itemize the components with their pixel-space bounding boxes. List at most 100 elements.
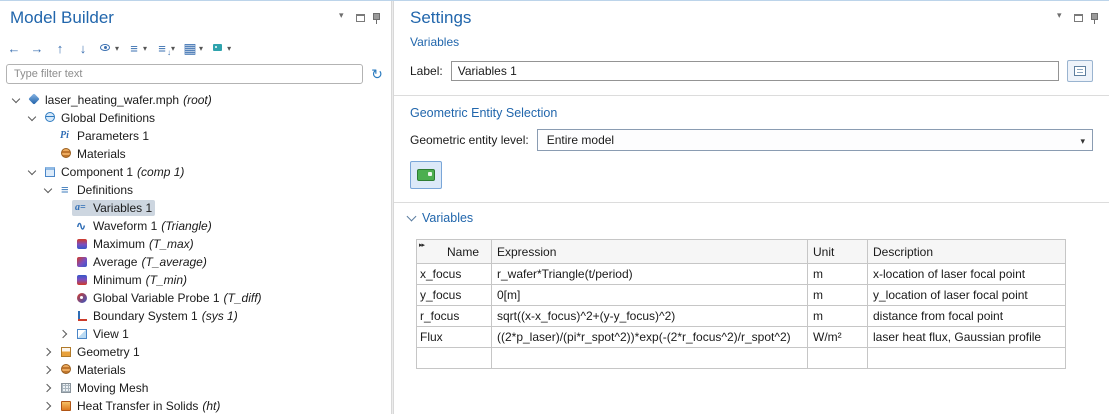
back-arrow-button[interactable]	[4, 38, 24, 58]
tree-item[interactable]: Waveform 1(Triangle)	[0, 217, 391, 235]
variable-cell-unit[interactable]: W/m²	[808, 327, 868, 348]
expander-icon[interactable]	[24, 110, 40, 126]
label-input[interactable]	[451, 61, 1059, 81]
node-label-button[interactable]: ▾	[208, 38, 233, 58]
sort-tree-button[interactable]: ▾	[152, 38, 177, 58]
tree-item[interactable]: Minimum (T_min)	[0, 271, 391, 289]
float-panel-icon[interactable]	[356, 14, 365, 22]
variable-cell-name[interactable]	[417, 348, 492, 369]
panel-menu-icon[interactable]	[1057, 13, 1067, 23]
expander-icon[interactable]	[40, 398, 56, 414]
pin-panel-icon[interactable]	[372, 12, 381, 24]
variable-cell-expr[interactable]: 0[m]	[492, 285, 808, 306]
expander-icon[interactable]	[24, 164, 40, 180]
tree-item-label: Minimum	[93, 273, 142, 287]
table-columns-button[interactable]: ▾	[180, 38, 205, 58]
geometric-entity-level-label: Geometric entity level:	[410, 133, 529, 147]
tree-item[interactable]: Average (T_average)	[0, 253, 391, 271]
tree-item[interactable]: Moving Mesh	[0, 379, 391, 397]
model-builder-toolbar: ▾ ▾ ▾ ▾ ▾	[0, 35, 391, 61]
variable-cell-desc[interactable]: y_location of laser focal point	[868, 285, 1066, 306]
variable-cell-name[interactable]: r_focus	[417, 306, 492, 327]
panel-options-button[interactable]	[1067, 60, 1093, 82]
tree-item[interactable]: Component 1(comp 1)	[0, 163, 391, 181]
tree-item-suffix: (T_min)	[146, 273, 187, 287]
collapse-tree-icon	[126, 40, 142, 56]
variable-cell-desc[interactable]: laser heat flux, Gaussian profile	[868, 327, 1066, 348]
expander-spacer	[56, 272, 72, 288]
model-builder-title: Model Builder	[10, 8, 339, 28]
tree-item-suffix: (ht)	[202, 399, 220, 413]
label-field-caption: Label:	[410, 64, 443, 78]
show-button[interactable]: ▾	[96, 38, 121, 58]
tree-item[interactable]: Materials	[0, 145, 391, 163]
tree-item[interactable]: Definitions	[0, 181, 391, 199]
dropdown-caret-icon[interactable]: ▾	[199, 44, 203, 53]
forward-arrow-button[interactable]	[27, 38, 47, 58]
expander-icon[interactable]	[40, 362, 56, 378]
back-arrow-icon	[6, 40, 22, 56]
variable-cell-name[interactable]: x_focus	[417, 264, 492, 285]
variable-cell-name[interactable]: Flux	[417, 327, 492, 348]
minimum-icon	[75, 273, 90, 287]
expander-icon[interactable]	[56, 326, 72, 342]
table-columns-icon	[182, 40, 198, 56]
pin-panel-icon[interactable]	[1090, 12, 1099, 24]
refresh-icon[interactable]: ↻	[369, 67, 385, 81]
variable-cell-unit[interactable]: m	[808, 264, 868, 285]
collapse-tree-button[interactable]: ▾	[124, 38, 149, 58]
variable-row: x_focusr_wafer*Triangle(t/period)mx-loca…	[417, 264, 1066, 285]
dropdown-caret-icon[interactable]: ▾	[143, 44, 147, 53]
variables-table-body: x_focusr_wafer*Triangle(t/period)mx-loca…	[417, 264, 1066, 369]
tree-item-label: Geometry 1	[77, 345, 140, 359]
expander-icon[interactable]	[40, 182, 56, 198]
tree-item[interactable]: View 1	[0, 325, 391, 343]
tree-item[interactable]: Geometry 1	[0, 343, 391, 361]
tree-item[interactable]: Global Definitions	[0, 109, 391, 127]
collapse-chevron-icon[interactable]	[407, 212, 417, 222]
tree-item[interactable]: Parameters 1	[0, 127, 391, 145]
tree-item-suffix: (T_average)	[141, 255, 206, 269]
dropdown-caret-icon[interactable]: ▾	[115, 44, 119, 53]
variable-cell-unit[interactable]: m	[808, 306, 868, 327]
definitions-icon	[59, 183, 74, 197]
tree-item[interactable]: Maximum(T_max)	[0, 235, 391, 253]
variable-cell-desc[interactable]: x-location of laser focal point	[868, 264, 1066, 285]
tree-item[interactable]: Variables 1	[0, 199, 391, 217]
active-selection-icon	[417, 169, 435, 181]
heat-transfer-icon	[59, 399, 74, 413]
variable-cell-unit[interactable]	[808, 348, 868, 369]
panel-menu-icon[interactable]	[339, 13, 349, 23]
variable-cell-expr[interactable]	[492, 348, 808, 369]
expander-icon[interactable]	[40, 344, 56, 360]
tree-item[interactable]: laser_heating_wafer.mph(root)	[0, 91, 391, 109]
expander-spacer	[56, 218, 72, 234]
variable-cell-name[interactable]: y_focus	[417, 285, 492, 306]
active-selection-toggle[interactable]	[410, 161, 442, 189]
tree-item[interactable]: Heat Transfer in Solids(ht)	[0, 397, 391, 414]
variable-cell-desc[interactable]: distance from focal point	[868, 306, 1066, 327]
variable-cell-expr[interactable]: ((2*p_laser)/(pi*r_spot^2))*exp(-(2*r_fo…	[492, 327, 808, 348]
dropdown-caret-icon[interactable]: ▾	[227, 44, 231, 53]
tree-item[interactable]: Boundary System 1(sys 1)	[0, 307, 391, 325]
variables-section-header[interactable]: Variables	[394, 203, 1109, 225]
up-arrow-button[interactable]	[50, 38, 70, 58]
filter-input[interactable]	[6, 64, 363, 84]
variable-cell-expr[interactable]: sqrt((x-x_focus)^2+(y-y_focus)^2)	[492, 306, 808, 327]
probe-icon	[75, 291, 90, 305]
down-arrow-button[interactable]	[73, 38, 93, 58]
tree-item-label: Boundary System 1	[93, 309, 198, 323]
expander-icon[interactable]	[40, 380, 56, 396]
globe-icon	[43, 111, 58, 125]
dropdown-caret-icon[interactable]: ▾	[171, 44, 175, 53]
tree-item[interactable]: Global Variable Probe 1(T_diff)	[0, 289, 391, 307]
expander-icon[interactable]	[8, 92, 24, 108]
tree-item-label: Average	[93, 255, 137, 269]
settings-header: Settings	[394, 1, 1109, 35]
variable-cell-unit[interactable]: m	[808, 285, 868, 306]
tree-item[interactable]: Materials	[0, 361, 391, 379]
variable-cell-desc[interactable]	[868, 348, 1066, 369]
float-panel-icon[interactable]	[1074, 14, 1083, 22]
variable-cell-expr[interactable]: r_wafer*Triangle(t/period)	[492, 264, 808, 285]
geometric-entity-level-select[interactable]: Entire model ▾	[537, 129, 1093, 151]
